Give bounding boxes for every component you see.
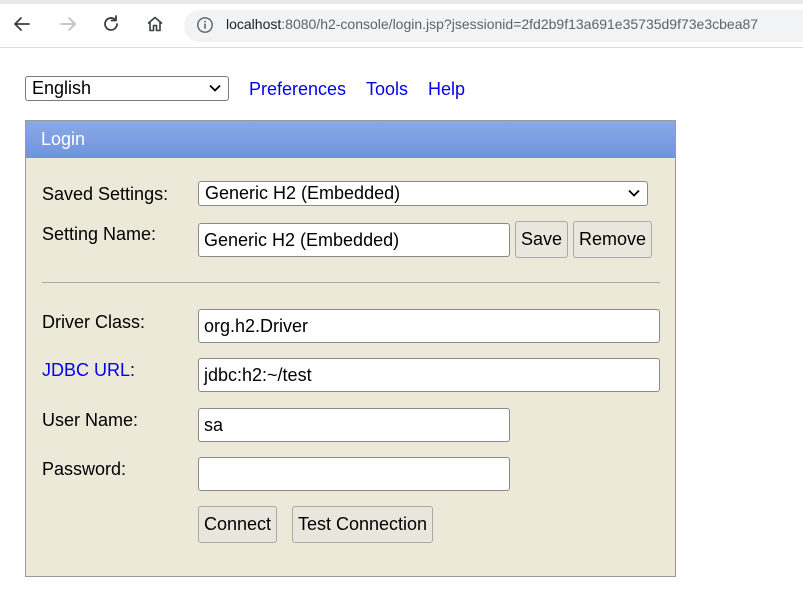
setting-name-input[interactable]: Generic H2 (Embedded) (198, 223, 510, 257)
saved-settings-label: Saved Settings: (42, 184, 169, 204)
home-icon[interactable] (143, 12, 167, 36)
login-panel-title: Login (26, 121, 675, 158)
help-link[interactable]: Help (428, 79, 465, 100)
reload-icon[interactable] (99, 12, 123, 36)
preferences-link[interactable]: Preferences (249, 79, 346, 100)
tools-link[interactable]: Tools (366, 79, 408, 100)
url-text[interactable]: localhost:8080/h2-console/login.jsp?jses… (226, 16, 758, 32)
info-icon[interactable] (196, 16, 214, 34)
chevron-down-icon (628, 189, 640, 197)
saved-settings-value: Generic H2 (Embedded) (205, 183, 401, 203)
tab-strip (0, 0, 803, 4)
url-host: localhost (226, 16, 282, 32)
jdbc-url-link[interactable]: JDBC URL (42, 360, 130, 380)
user-name-label: User Name: (42, 410, 139, 430)
language-select[interactable]: English (25, 76, 229, 101)
back-arrow-icon[interactable] (10, 12, 34, 36)
setting-name-label: Setting Name: (42, 224, 157, 244)
driver-class-label: Driver Class: (42, 312, 146, 332)
language-select-value: English (32, 78, 92, 98)
jdbc-url-label: JDBC URL: (42, 360, 135, 381)
driver-class-input[interactable]: org.h2.Driver (198, 309, 660, 343)
jdbc-url-colon: : (130, 360, 136, 380)
divider (42, 282, 660, 283)
chevron-down-icon (209, 84, 221, 92)
user-name-input[interactable]: sa (198, 408, 510, 442)
login-panel: Login Saved Settings: Generic H2 (Embedd… (25, 120, 676, 577)
password-label: Password: (42, 459, 127, 479)
jdbc-url-input[interactable]: jdbc:h2:~/test (198, 358, 660, 392)
test-connection-button[interactable]: Test Connection (292, 506, 433, 543)
url-path: :8080/h2-console/login.jsp?jsessionid=2f… (281, 16, 759, 32)
forward-arrow-icon[interactable] (56, 12, 80, 36)
browser-toolbar: localhost:8080/h2-console/login.jsp?jses… (0, 0, 803, 48)
password-input[interactable] (198, 457, 510, 491)
connect-button[interactable]: Connect (198, 506, 277, 543)
saved-settings-select[interactable]: Generic H2 (Embedded) (198, 181, 648, 206)
save-button[interactable]: Save (515, 221, 568, 258)
remove-button[interactable]: Remove (573, 221, 652, 258)
